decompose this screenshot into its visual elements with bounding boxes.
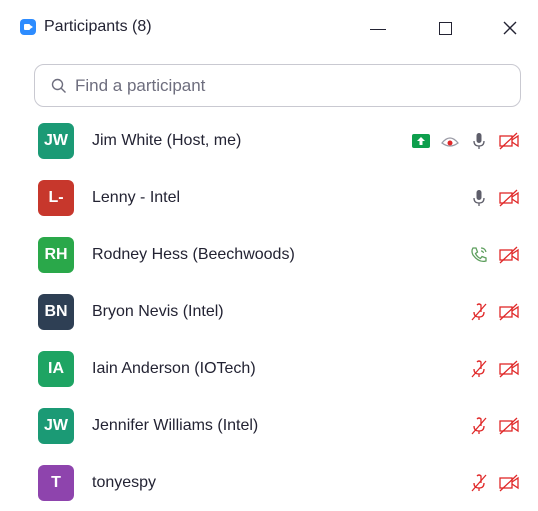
participant-name: Bryon Nevis (Intel) [92, 302, 224, 320]
microphone-icon[interactable] [469, 131, 489, 151]
search-icon [51, 78, 66, 93]
maximize-button[interactable] [425, 12, 465, 44]
participant-name: Rodney Hess (Beechwoods) [92, 245, 295, 263]
participant-row[interactable]: RH Rodney Hess (Beechwoods) [0, 226, 538, 283]
maximize-icon [438, 21, 452, 35]
participant-name: Jennifer Williams (Intel) [92, 416, 259, 434]
microphone-muted-icon[interactable] [469, 473, 489, 493]
avatar: L- [38, 179, 74, 216]
video-off-icon[interactable] [498, 416, 519, 436]
avatar: RH [38, 236, 74, 273]
participant-row[interactable]: JW Jim White (Host, me) [0, 112, 538, 169]
participant-name: Jim White (Host, me) [92, 131, 242, 149]
microphone-muted-icon[interactable] [469, 416, 489, 436]
minimize-icon [370, 28, 386, 30]
minimize-button[interactable] [358, 12, 398, 44]
video-off-icon[interactable] [498, 131, 519, 151]
participant-row[interactable]: L- Lenny - Intel [0, 169, 538, 226]
video-off-icon[interactable] [498, 302, 519, 322]
participant-row[interactable]: Ttonyespy [0, 454, 538, 511]
avatar: BN [38, 293, 74, 330]
close-button[interactable] [490, 12, 530, 44]
title-bar: Participants (8) [0, 0, 538, 56]
participant-row[interactable]: JW Jennifer Williams (Intel) [0, 397, 538, 454]
participant-row[interactable]: IA Iain Anderson (IOTech) [0, 340, 538, 397]
window-title: Participants (8) [44, 18, 152, 35]
record-icon [440, 131, 460, 151]
participant-name: tonyespy [92, 473, 157, 491]
search-box[interactable] [34, 64, 521, 107]
avatar: T [38, 464, 74, 501]
phone-icon[interactable] [469, 245, 489, 265]
participant-row[interactable]: BN Bryon Nevis (Intel) [0, 283, 538, 340]
participant-name: Lenny - Intel [92, 188, 181, 206]
video-off-icon[interactable] [498, 359, 519, 379]
video-off-icon[interactable] [498, 473, 519, 493]
share-screen-icon [411, 131, 431, 151]
search-input[interactable] [73, 74, 497, 97]
zoom-app-icon [20, 19, 36, 35]
microphone-muted-icon[interactable] [469, 359, 489, 379]
video-off-icon[interactable] [498, 188, 519, 208]
avatar: IA [38, 350, 74, 387]
microphone-icon[interactable] [469, 188, 489, 208]
microphone-muted-icon[interactable] [469, 302, 489, 322]
close-icon [503, 21, 517, 35]
participant-name: Iain Anderson (IOTech) [92, 359, 256, 377]
video-off-icon[interactable] [498, 245, 519, 265]
avatar: JW [38, 122, 74, 159]
avatar: JW [38, 407, 74, 444]
